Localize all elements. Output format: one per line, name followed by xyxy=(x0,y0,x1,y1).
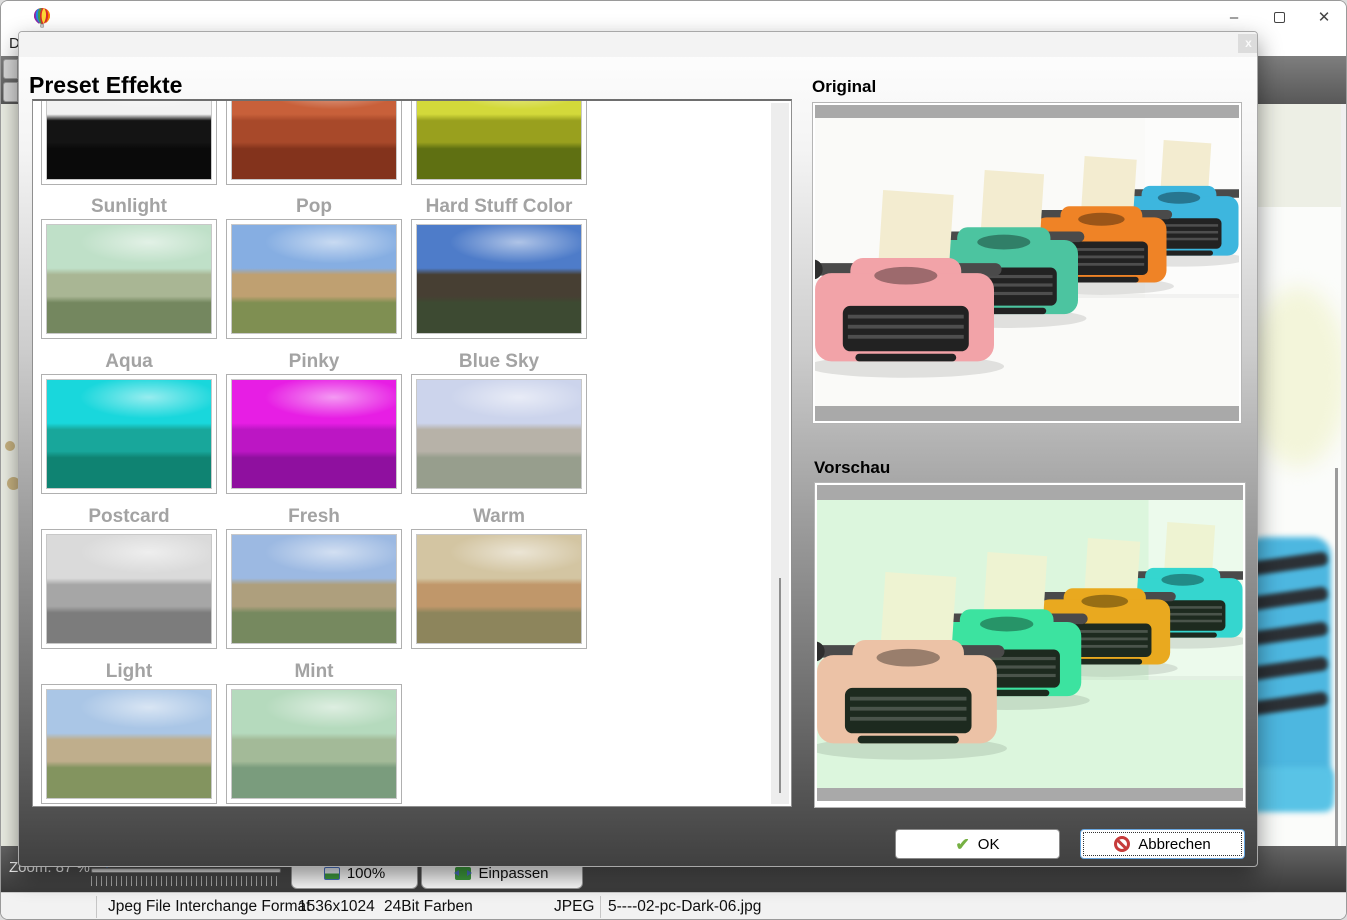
status-dimensions: 1536x1024 xyxy=(298,893,375,920)
ok-button[interactable]: ✔ OK xyxy=(895,829,1060,859)
preset-partial-1-thumbnail[interactable] xyxy=(41,99,217,185)
preset-warm-label: Warm xyxy=(411,506,587,528)
letterbox-bar xyxy=(815,406,1239,421)
preset-postcard-label: Postcard xyxy=(41,506,217,528)
window-close-button[interactable]: ✕ xyxy=(1303,3,1345,31)
status-filename: 5----02-pc-Dark-06.jpg xyxy=(608,893,761,920)
preset-aqua-label: Aqua xyxy=(41,351,217,373)
preset-pinky-image xyxy=(231,379,397,489)
preset-postcard-thumbnail[interactable] xyxy=(41,529,217,649)
statusbar-separator xyxy=(96,896,97,918)
preset-sunlight-image xyxy=(46,224,212,334)
app-logo-balloon-icon xyxy=(31,7,53,29)
preset-sunlight-label: Sunlight xyxy=(41,196,217,218)
preset-mint-label: Mint xyxy=(226,661,402,683)
dialog-title-bar xyxy=(19,32,1257,57)
preset-list-scrollbar-thumb[interactable] xyxy=(779,578,781,793)
preset-hard-stuff-color-thumbnail[interactable] xyxy=(411,219,587,339)
app-window: – ✕ Datei Zoom: 87 % xyxy=(0,0,1347,920)
preset-fresh-label: Fresh xyxy=(226,506,402,528)
preset-sunlight-thumbnail[interactable] xyxy=(41,219,217,339)
check-icon: ✔ xyxy=(956,836,970,853)
preset-hard-stuff-color-image xyxy=(416,224,582,334)
preset-partial-1-image xyxy=(46,99,212,180)
preset-mint-image xyxy=(231,689,397,799)
status-bar: Jpeg File Interchange Format 1536x1024 2… xyxy=(1,892,1346,920)
preset-partial-2-image xyxy=(231,99,397,180)
preset-pop-label: Pop xyxy=(226,196,402,218)
preview-image xyxy=(817,500,1243,788)
maximize-icon xyxy=(1274,12,1285,23)
preset-blue-sky-label: Blue Sky xyxy=(411,351,587,373)
preset-postcard-image xyxy=(46,534,212,644)
preset-pinky-thumbnail[interactable] xyxy=(226,374,402,494)
photo-fragment-blue-typewriter xyxy=(1258,207,1341,920)
preset-aqua-thumbnail[interactable] xyxy=(41,374,217,494)
image-icon xyxy=(324,867,340,880)
toolbar-button-fragment[interactable] xyxy=(3,82,18,102)
preset-fresh-thumbnail[interactable] xyxy=(226,529,402,649)
letterbox-bar xyxy=(815,105,1239,118)
main-scrollbar-track[interactable] xyxy=(1341,104,1347,846)
zoom-slider-ticks xyxy=(91,876,281,886)
preset-partial-2-thumbnail[interactable] xyxy=(226,99,402,185)
preset-list-scrollbar-track[interactable] xyxy=(771,103,789,804)
title-bar: – ✕ xyxy=(1,1,1346,33)
original-panel xyxy=(812,102,1242,424)
status-codec: JPEG xyxy=(554,893,594,920)
photo-detail-dot xyxy=(5,441,15,451)
preset-warm-image xyxy=(416,534,582,644)
cancel-icon xyxy=(1114,836,1130,852)
status-color-depth: 24Bit Farben xyxy=(384,893,473,920)
dialog-close-button[interactable]: x xyxy=(1238,34,1258,53)
fit-icon xyxy=(455,867,471,880)
preset-mint-thumbnail[interactable] xyxy=(226,684,402,804)
preset-pop-thumbnail[interactable] xyxy=(226,219,402,339)
preset-fresh-image xyxy=(231,534,397,644)
cancel-button[interactable]: Abbrechen xyxy=(1080,829,1245,859)
statusbar-separator xyxy=(600,896,601,918)
preset-light-label: Light xyxy=(41,661,217,683)
dialog-heading: Preset Effekte xyxy=(29,72,182,99)
original-image xyxy=(815,118,1239,406)
letterbox-bar xyxy=(817,485,1243,500)
preset-warm-thumbnail[interactable] xyxy=(411,529,587,649)
window-minimize-button[interactable]: – xyxy=(1213,3,1255,31)
original-label: Original xyxy=(812,77,876,97)
preset-pinky-label: Pinky xyxy=(226,351,402,373)
preset-pop-image xyxy=(231,224,397,334)
preset-effects-dialog: x Preset Effekte Sunlight Pop Hard Stuff C… xyxy=(18,31,1258,867)
preview-panel xyxy=(814,482,1246,808)
letterbox-bar xyxy=(817,788,1243,801)
preview-label: Vorschau xyxy=(814,458,890,478)
preset-partial-3-image xyxy=(416,99,582,180)
preset-light-image xyxy=(46,689,212,799)
status-file-format: Jpeg File Interchange Format xyxy=(108,893,310,920)
preset-partial-3-thumbnail[interactable] xyxy=(411,99,587,185)
preset-light-thumbnail[interactable] xyxy=(41,684,217,804)
main-scrollbar-thumb[interactable] xyxy=(1335,468,1338,846)
preset-blue-sky-image xyxy=(416,379,582,489)
preset-hard-stuff-color-label: Hard Stuff Color xyxy=(411,196,587,218)
toolbar-button-fragment[interactable] xyxy=(3,59,18,79)
preset-list: Sunlight Pop Hard Stuff Color Aqua Pinky Blue… xyxy=(32,99,792,807)
preset-blue-sky-thumbnail[interactable] xyxy=(411,374,587,494)
zoom-slider-track[interactable] xyxy=(91,868,281,873)
preset-aqua-image xyxy=(46,379,212,489)
window-maximize-button[interactable] xyxy=(1258,3,1300,31)
